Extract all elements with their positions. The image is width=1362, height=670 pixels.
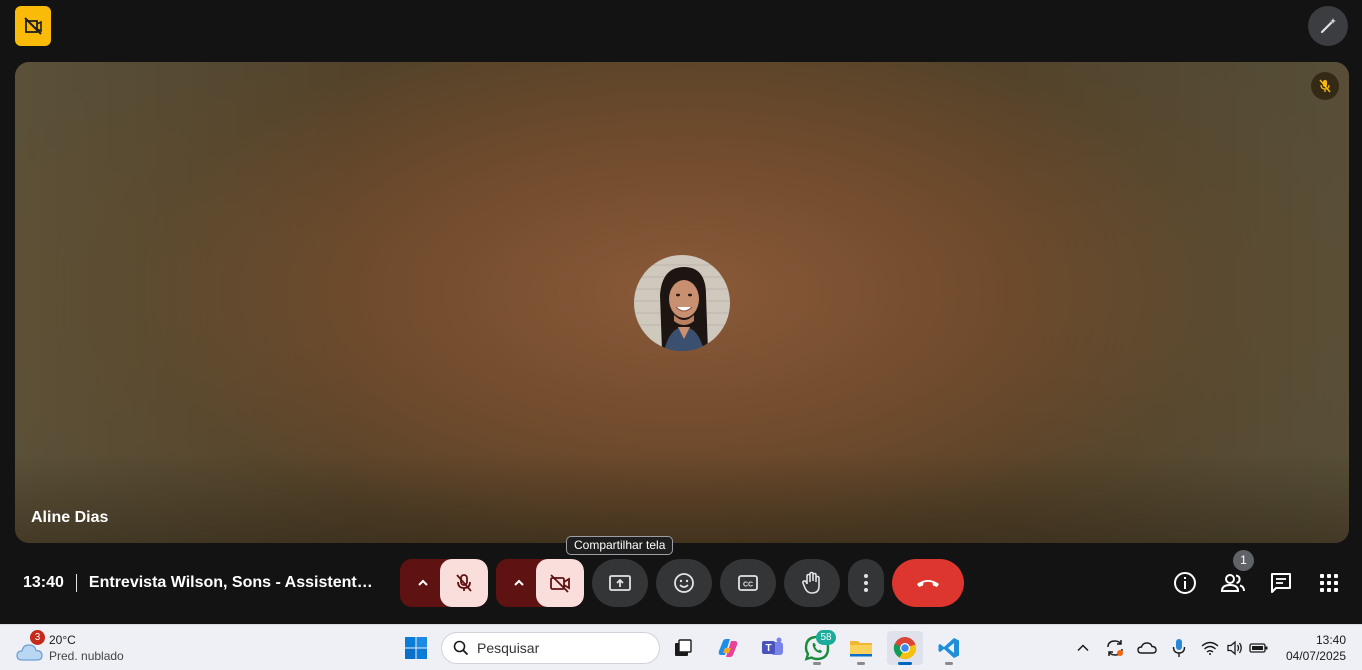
- apps-grid-icon: [1320, 574, 1338, 592]
- battery-icon: [1249, 643, 1268, 653]
- sync-tray-button[interactable]: [1105, 638, 1125, 658]
- visual-effects-button[interactable]: [1308, 6, 1348, 46]
- volume-button[interactable]: [1225, 638, 1245, 658]
- svg-text:T: T: [765, 643, 771, 654]
- teams-button[interactable]: T: [755, 631, 791, 665]
- meet-window: Aline Dias 13:40 Entrevista Wilson, Sons…: [0, 0, 1362, 670]
- mic-off-icon: [456, 574, 472, 592]
- closed-caption-icon: CC: [738, 575, 758, 591]
- activities-button[interactable]: [1313, 567, 1345, 599]
- camera-control-group: [496, 559, 584, 607]
- start-button[interactable]: [398, 631, 434, 665]
- meeting-details: 13:40 Entrevista Wilson, Sons - Assisten…: [23, 572, 381, 594]
- clock-date: 04/07/2025: [1285, 649, 1346, 663]
- network-button[interactable]: [1200, 638, 1220, 658]
- participant-tile[interactable]: Aline Dias: [15, 62, 1349, 543]
- mic-off-icon: [1319, 79, 1331, 93]
- weather-widget[interactable]: 3 20°C Pred. nublado: [16, 630, 156, 666]
- chrome-button[interactable]: [887, 631, 923, 665]
- teams-icon: T: [762, 637, 783, 655]
- file-explorer-icon: [850, 641, 872, 657]
- people-button[interactable]: [1217, 567, 1249, 599]
- more-options-button[interactable]: [848, 559, 884, 607]
- battery-button[interactable]: [1249, 638, 1269, 658]
- windows-start-icon: [405, 637, 427, 659]
- reactions-button[interactable]: [656, 559, 712, 607]
- microphone-toggle-button[interactable]: [440, 559, 488, 607]
- videocam-off-icon: [550, 574, 570, 593]
- chevron-up-icon: [1077, 644, 1089, 652]
- copilot-button[interactable]: [710, 631, 746, 665]
- microphone-control-group: [400, 559, 488, 607]
- hand-icon: [802, 571, 820, 594]
- chat-button[interactable]: [1265, 567, 1297, 599]
- wifi-icon: [1201, 641, 1219, 655]
- search-icon: [453, 640, 469, 656]
- meeting-details-button[interactable]: [1169, 567, 1201, 599]
- task-view-button[interactable]: [665, 631, 701, 665]
- active-app-indicator: [898, 662, 912, 665]
- emoji-icon: [674, 573, 694, 593]
- chevron-up-icon: [514, 579, 524, 586]
- meeting-title: Entrevista Wilson, Sons - Assistente d..…: [88, 574, 381, 591]
- participant-name-label: Aline Dias: [31, 509, 109, 526]
- volume-icon: [1227, 640, 1242, 656]
- present-to-all-icon: [609, 575, 631, 591]
- search-placeholder: Pesquisar: [477, 640, 540, 656]
- raise-hand-button[interactable]: [784, 559, 840, 607]
- chat-icon: [1271, 573, 1291, 593]
- participant-avatar: [634, 255, 730, 351]
- microphone-in-use-indicator[interactable]: [1169, 638, 1189, 658]
- microphone-icon: [1172, 639, 1186, 657]
- taskbar-search-box[interactable]: Pesquisar: [441, 632, 660, 664]
- people-icon: [1220, 574, 1245, 592]
- share-screen-tooltip: Compartilhar tela: [566, 536, 674, 555]
- no-video-recording-icon: [24, 17, 42, 35]
- running-indicator: [857, 662, 865, 665]
- leave-call-button[interactable]: [892, 559, 964, 607]
- weather-temperature: 20°C: [49, 633, 76, 647]
- magic-pen-icon: [1320, 18, 1336, 34]
- chevron-up-icon: [418, 579, 428, 586]
- chrome-icon: [893, 637, 917, 660]
- captions-button[interactable]: CC: [720, 559, 776, 607]
- weather-alert-badge: 3: [30, 630, 45, 645]
- system-clock[interactable]: 13:40 04/07/2025: [1286, 632, 1346, 664]
- onedrive-tray-button[interactable]: [1137, 638, 1157, 658]
- info-icon: [1174, 572, 1196, 594]
- vscode-button[interactable]: [931, 631, 967, 665]
- running-indicator: [945, 662, 953, 665]
- svg-text:CC: CC: [743, 582, 753, 589]
- sync-icon: [1107, 640, 1123, 656]
- whatsapp-unread-badge: 58: [816, 630, 836, 645]
- meeting-time: 13:40: [23, 574, 64, 591]
- show-hidden-icons-button[interactable]: [1073, 638, 1093, 658]
- running-indicator: [813, 662, 821, 665]
- more-vert-icon: [864, 574, 868, 592]
- file-explorer-button[interactable]: [843, 631, 879, 665]
- task-view-icon: [675, 639, 692, 656]
- onedrive-icon: [1137, 642, 1157, 654]
- copilot-icon: [718, 639, 738, 657]
- present-screen-button[interactable]: [592, 559, 648, 607]
- weather-description: Pred. nublado: [49, 649, 124, 663]
- windows-taskbar: 3 20°C Pred. nublado Pesquisar T 58 13:4…: [0, 624, 1362, 670]
- participant-muted-indicator: [1311, 72, 1339, 100]
- hidden-recording-badge[interactable]: [15, 6, 51, 46]
- camera-toggle-button[interactable]: [536, 559, 584, 607]
- clock-time: 13:40: [1315, 633, 1346, 647]
- divider: [75, 574, 77, 592]
- call-end-icon: [917, 580, 939, 587]
- vscode-icon: [938, 638, 959, 658]
